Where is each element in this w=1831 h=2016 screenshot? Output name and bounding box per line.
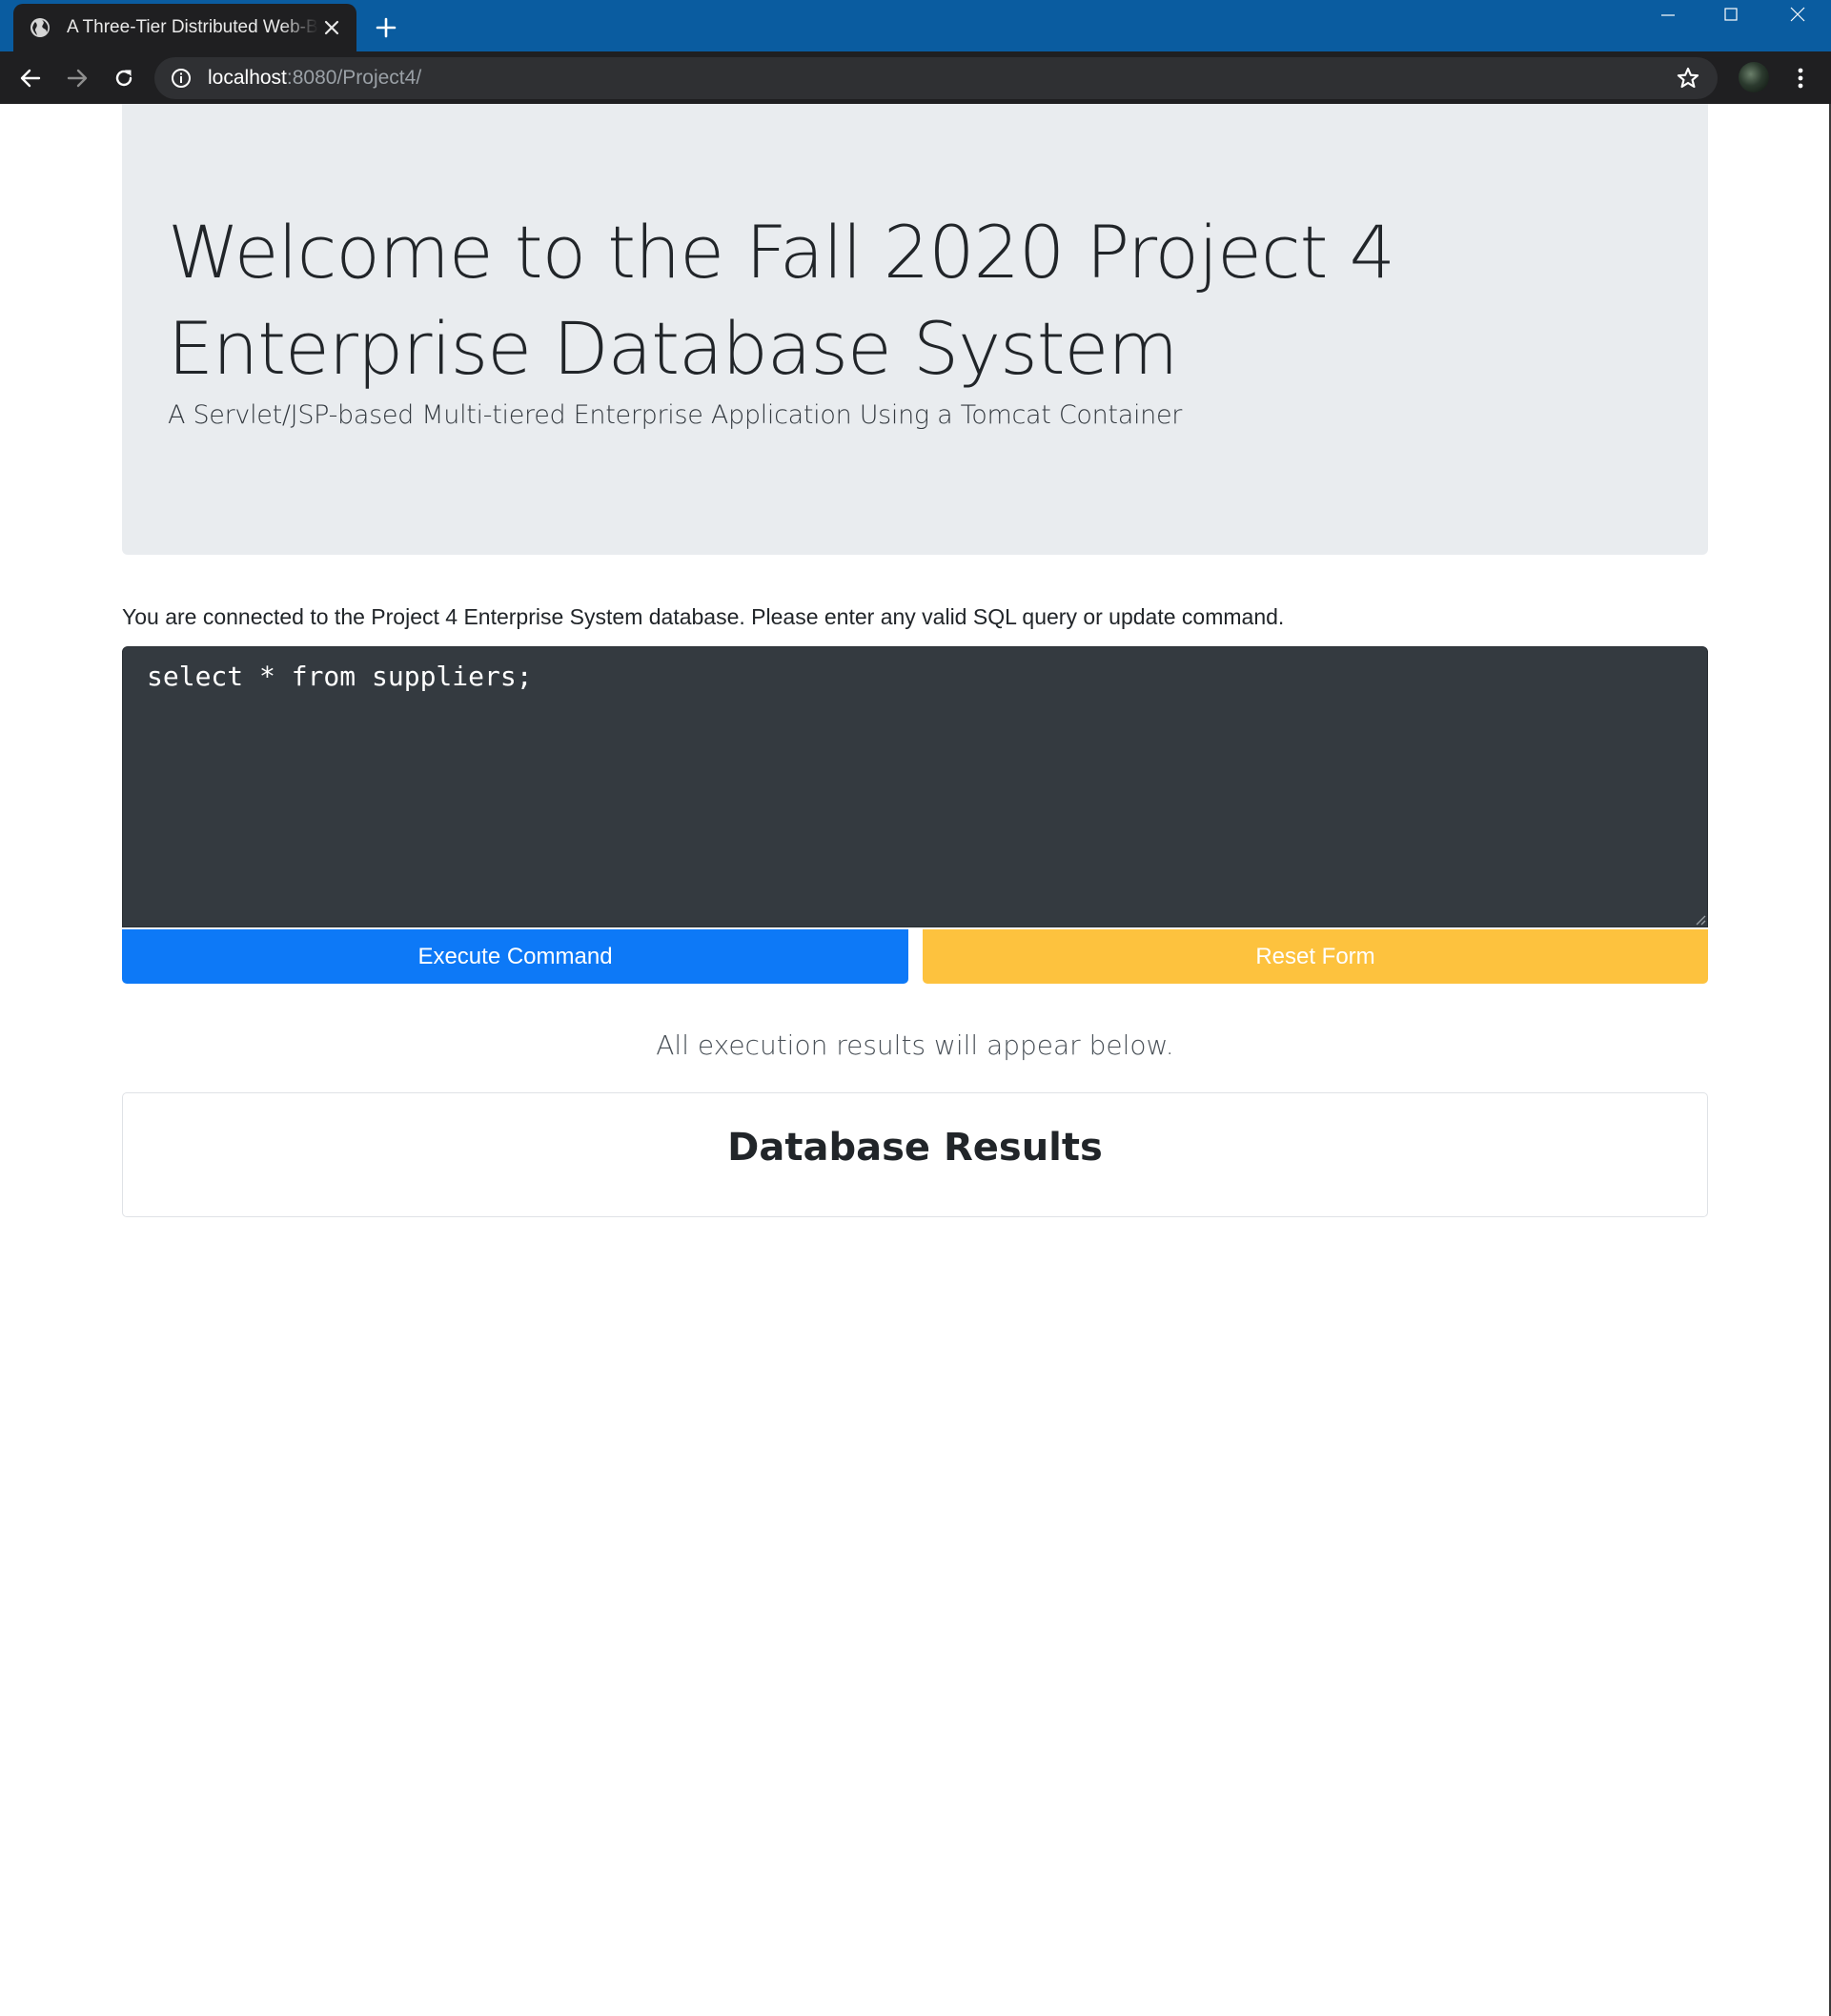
kebab-menu-icon[interactable]: [1786, 63, 1815, 93]
reset-form-button[interactable]: Reset Form: [923, 929, 1708, 984]
browser-titlebar: A Three-Tier Distributed Web-Based Appli…: [0, 0, 1831, 51]
results-heading: Database Results: [727, 1126, 1103, 1170]
page-title: Welcome to the Fall 2020 Project 4 Enter…: [168, 204, 1597, 397]
minimize-icon[interactable]: [1636, 0, 1700, 29]
sql-command-input[interactable]: select * from suppliers;: [122, 646, 1708, 927]
url-text: localhost:8080/Project4/: [208, 67, 421, 90]
address-bar[interactable]: localhost:8080/Project4/: [154, 57, 1718, 99]
arrow-right-icon[interactable]: [60, 61, 94, 95]
browser-toolbar: localhost:8080/Project4/: [0, 51, 1831, 104]
arrow-left-icon[interactable]: [13, 61, 48, 95]
globe-icon: [31, 18, 50, 37]
star-icon[interactable]: [1676, 66, 1700, 91]
plus-icon[interactable]: [370, 11, 402, 44]
url-host: localhost: [208, 67, 287, 89]
url-path: :8080/Project4/: [286, 67, 422, 89]
resize-handle-icon[interactable]: [1693, 912, 1706, 926]
jumbotron-header: Welcome to the Fall 2020 Project 4 Enter…: [122, 104, 1708, 555]
connection-message: You are connected to the Project 4 Enter…: [122, 604, 1285, 629]
page-subtitle: A Servlet/JSP-based Multi-tiered Enterpr…: [168, 400, 1183, 430]
execute-command-button[interactable]: Execute Command: [122, 929, 908, 984]
page-title-line-1: Welcome to the Fall 2020 Project 4: [168, 210, 1395, 295]
reload-icon[interactable]: [107, 61, 141, 95]
results-note: All execution results will appear below.: [656, 1029, 1174, 1061]
info-icon[interactable]: [170, 67, 193, 90]
browser-tab[interactable]: A Three-Tier Distributed Web-Based Appli…: [13, 4, 356, 51]
avatar[interactable]: [1739, 62, 1769, 92]
tab-title: A Three-Tier Distributed Web-Based Appli…: [67, 17, 318, 37]
window-close-icon[interactable]: [1765, 0, 1830, 29]
close-icon[interactable]: [318, 14, 345, 41]
maximize-icon[interactable]: [1699, 0, 1763, 29]
page-title-line-2: Enterprise Database System: [168, 306, 1178, 391]
results-panel: Database Results: [122, 1092, 1708, 1217]
